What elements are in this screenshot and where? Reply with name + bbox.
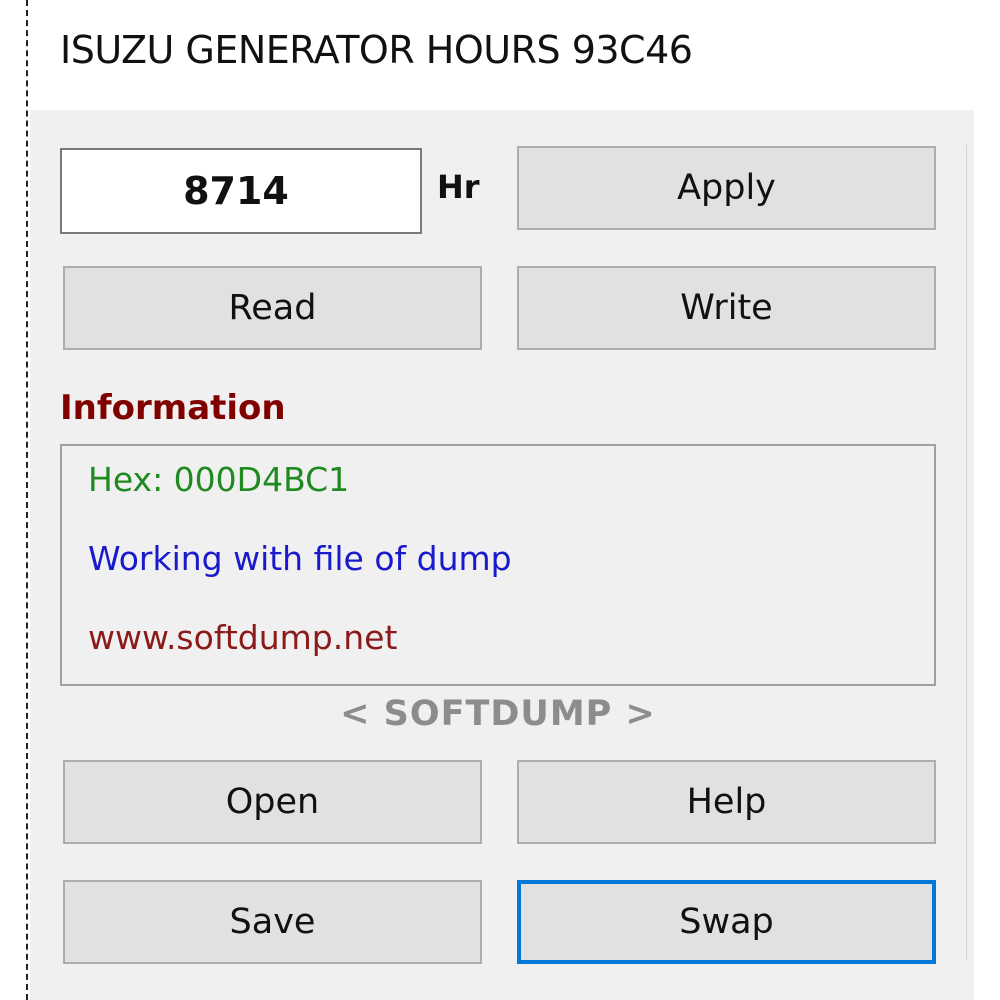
hours-input[interactable]: 8714: [60, 148, 422, 234]
hours-unit-label: Hr: [437, 168, 480, 206]
info-website-line: www.softdump.net: [88, 618, 398, 657]
save-button[interactable]: Save: [63, 880, 482, 964]
swap-button[interactable]: Swap: [517, 880, 936, 964]
write-button[interactable]: Write: [517, 266, 936, 350]
window-title: ISUZU GENERATOR HOURS 93C46: [60, 28, 693, 72]
information-box: Hex: 000D4BC1 Working with file of dump …: [60, 444, 936, 686]
brand-label: < SOFTDUMP >: [340, 694, 656, 734]
client-right-edge: [966, 145, 967, 960]
open-button[interactable]: Open: [63, 760, 482, 844]
info-status-line: Working with file of dump: [88, 539, 512, 578]
window-left-edge: [26, 0, 28, 1000]
apply-button[interactable]: Apply: [517, 146, 936, 230]
info-hex-line: Hex: 000D4BC1: [88, 460, 350, 499]
help-button[interactable]: Help: [517, 760, 936, 844]
read-button[interactable]: Read: [63, 266, 482, 350]
app-window: ISUZU GENERATOR HOURS 93C46 8714 Hr Appl…: [0, 0, 1000, 1000]
information-label: Information: [60, 388, 286, 428]
